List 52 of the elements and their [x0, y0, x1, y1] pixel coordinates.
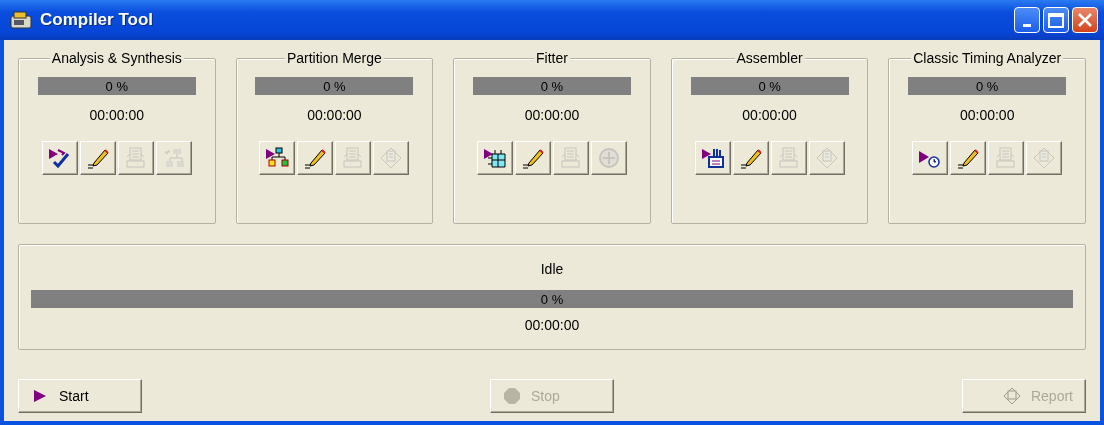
pencil-icon: [85, 146, 110, 170]
stage-title: Partition Merge: [284, 50, 384, 67]
report-icon: [123, 146, 148, 170]
report-icon: [559, 146, 583, 170]
start-button[interactable]: Start: [18, 379, 142, 413]
tool-button[interactable]: [515, 141, 551, 175]
elapsed-time: 00:00:00: [524, 107, 580, 123]
status-text: Idle: [540, 261, 564, 277]
window-title: Compiler Tool: [40, 10, 154, 30]
pencil-icon: [303, 146, 328, 170]
report-icon: [1002, 387, 1021, 405]
minimize-button[interactable]: [1014, 7, 1040, 33]
maximize-icon: [1048, 12, 1064, 28]
progress-percent: 0 %: [975, 78, 999, 94]
tool-button[interactable]: [259, 141, 296, 175]
tool-button[interactable]: [41, 141, 78, 175]
elapsed-time: 00:00:00: [959, 107, 1015, 123]
tool-button[interactable]: [477, 141, 513, 175]
document-icon: [1032, 146, 1057, 170]
progress-percent: 0 %: [758, 78, 781, 94]
close-icon: [1078, 13, 1092, 27]
pencil-icon: [521, 146, 545, 170]
maximize-button[interactable]: [1043, 7, 1069, 33]
pencil-icon: [956, 146, 981, 170]
progress-percent: 0 %: [540, 291, 564, 307]
minimize-icon: [1023, 23, 1031, 27]
hierarchy-icon: [265, 146, 290, 170]
elapsed-time: 00:00:00: [524, 317, 580, 333]
stage-title: Classic Timing Analyzer: [911, 50, 1064, 67]
progress-percent: 0 %: [105, 78, 128, 94]
tool-button[interactable]: [732, 141, 769, 175]
grid-icon: [483, 146, 507, 170]
document-icon: [814, 146, 839, 170]
start-check-icon: [47, 146, 72, 170]
tool-button[interactable]: [694, 141, 731, 175]
tool-button[interactable]: [297, 141, 334, 175]
elapsed-time: 00:00:00: [89, 107, 145, 123]
report-icon: [776, 146, 801, 170]
progress-percent: 0 %: [323, 78, 346, 94]
pencil-icon: [738, 146, 763, 170]
app-icon: [10, 10, 32, 30]
progress-percent: 0 %: [540, 78, 564, 94]
document-icon: [379, 146, 404, 170]
tool-button[interactable]: [79, 141, 116, 175]
tool-button[interactable]: [912, 141, 949, 175]
stage-title: Analysis & Synthesis: [49, 50, 184, 67]
elapsed-time: 00:00:00: [742, 107, 797, 123]
elapsed-time: 00:00:00: [307, 107, 362, 123]
stop-sign-icon: [503, 387, 521, 405]
document-stack-icon: [700, 146, 725, 170]
tool-button[interactable]: [950, 141, 987, 175]
close-button[interactable]: [1072, 7, 1098, 33]
